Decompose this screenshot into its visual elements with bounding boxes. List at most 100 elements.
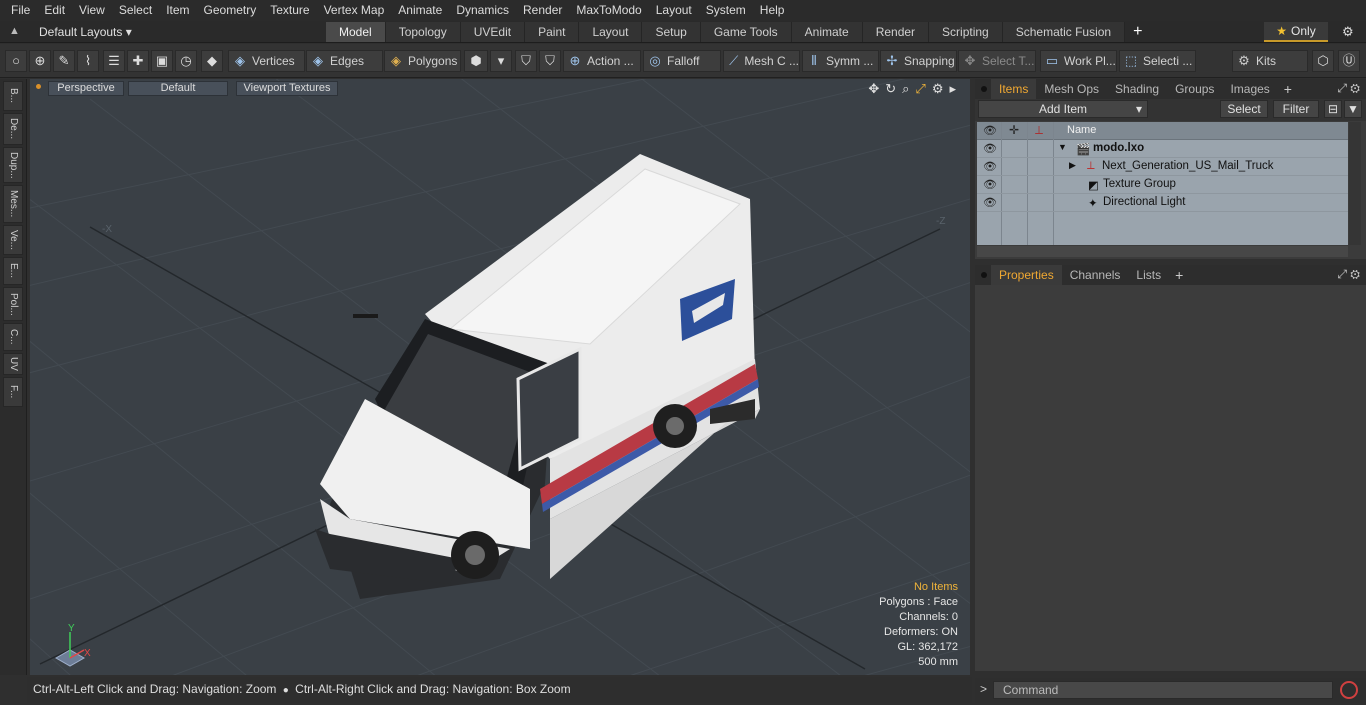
item-row-mesh[interactable]: 👁 ▶ ⟂ Next_Generation_US_Mail_Truck	[977, 158, 1348, 176]
visibility-eye-icon[interactable]: 👁	[983, 196, 997, 209]
panel-menu-dot[interactable]	[981, 86, 987, 92]
tab-properties[interactable]: Properties	[991, 265, 1062, 285]
3d-viewport[interactable]: Perspective Default Viewport Textures ✥ …	[30, 79, 970, 675]
tab-lists[interactable]: Lists	[1128, 265, 1169, 285]
kits-button[interactable]: ⚙ Kits	[1232, 50, 1308, 72]
globe-button[interactable]: ⊕	[29, 50, 51, 72]
pan-icon[interactable]: ✥	[868, 81, 879, 97]
gear-icon[interactable]: ⚙	[1342, 24, 1354, 40]
collapse-icon[interactable]: ⊟	[1324, 100, 1342, 118]
tab-scripting[interactable]: Scripting	[929, 22, 1003, 42]
select-through-button[interactable]: ✥ Select T...	[958, 50, 1036, 72]
tab-render[interactable]: Render	[862, 22, 930, 42]
menu-layout[interactable]: Layout	[649, 0, 699, 21]
falloff-button[interactable]: ◎ Falloff	[643, 50, 721, 72]
add-item-button[interactable]: Add Item ▾	[978, 100, 1148, 118]
maximize-icon[interactable]: ⤢	[915, 81, 925, 97]
view-mode-button[interactable]: Perspective	[48, 81, 124, 96]
visibility-eye-icon[interactable]: 👁	[983, 160, 997, 173]
menu-geometry[interactable]: Geometry	[197, 0, 264, 21]
menu-file[interactable]: File	[4, 0, 37, 21]
menu-select[interactable]: Select	[112, 0, 159, 21]
polygons-button[interactable]: ◈ Polygons	[384, 50, 461, 72]
menu-render[interactable]: Render	[516, 0, 569, 21]
tab-shading[interactable]: Shading	[1107, 79, 1167, 99]
expand-right-icon[interactable]: ▶	[1069, 160, 1076, 171]
command-input[interactable]: Command	[993, 681, 1333, 699]
item-row-texture-group[interactable]: 👁 ◩ Texture Group	[977, 176, 1348, 194]
snapping-button[interactable]: ✢ Snapping	[880, 50, 957, 72]
viewport-gear-icon[interactable]: ⚙	[932, 81, 944, 97]
selection-sets-button[interactable]: ⬚ Selecti ...	[1119, 50, 1196, 72]
viewport-textures-button[interactable]: Viewport Textures	[236, 81, 338, 96]
vtab-edge[interactable]: E...	[3, 257, 23, 285]
panel-menu-dot[interactable]	[981, 272, 987, 278]
menu-view[interactable]: View	[72, 0, 112, 21]
menu-vertex-map[interactable]: Vertex Map	[317, 0, 392, 21]
tab-model[interactable]: Model	[326, 22, 386, 42]
items-mode-button[interactable]: ◆	[201, 50, 223, 72]
panel-expand-icon[interactable]: ⤢ ⚙	[1337, 81, 1360, 96]
pen-button[interactable]: ✎	[53, 50, 75, 72]
select-button[interactable]: Select	[1220, 100, 1268, 118]
item-row-light[interactable]: 👁 ✦ Directional Light	[977, 194, 1348, 212]
vtab-mesh-edit[interactable]: Mes...	[3, 185, 23, 223]
add-panel-tab-icon[interactable]: +	[1278, 81, 1298, 97]
vtab-basic[interactable]: B...	[3, 81, 23, 111]
vtab-polygon[interactable]: Pol...	[3, 287, 23, 321]
vtab-uv[interactable]: UV	[3, 353, 23, 375]
add-tab-icon[interactable]: +	[1125, 22, 1150, 42]
viewport-menu-dot[interactable]	[36, 84, 41, 89]
tab-layout[interactable]: Layout	[579, 22, 643, 42]
tab-groups[interactable]: Groups	[1167, 79, 1222, 99]
center-button[interactable]: ✚	[127, 50, 149, 72]
vtab-curve[interactable]: C...	[3, 323, 23, 351]
vtab-deform[interactable]: De...	[3, 113, 23, 145]
item-list-vertical-scrollbar[interactable]	[1349, 122, 1361, 245]
vertices-button[interactable]: ◈ Vertices	[228, 50, 305, 72]
menu-item[interactable]: Item	[159, 0, 196, 21]
panel-expand-icon[interactable]: ⤢ ⚙	[1337, 267, 1360, 282]
align-button[interactable]: ☰	[103, 50, 125, 72]
name-column-header[interactable]: Name	[1067, 124, 1096, 136]
menu-maxtomodo[interactable]: MaxToModo	[569, 0, 648, 21]
item-row-scene[interactable]: 👁 ▼ 🎬 modo.lxo	[977, 140, 1348, 158]
tab-items[interactable]: Items	[991, 79, 1037, 99]
unreal-button[interactable]: Ⓤ	[1338, 50, 1360, 72]
menu-texture[interactable]: Texture	[263, 0, 316, 21]
item-list-horizontal-scrollbar[interactable]	[977, 246, 1348, 257]
shading-button[interactable]: Default	[128, 81, 228, 96]
only-toggle[interactable]: ★ Only	[1264, 22, 1328, 42]
tab-schematic-fusion[interactable]: Schematic Fusion	[1002, 22, 1126, 42]
select-mode-button[interactable]: ○	[5, 50, 27, 72]
symmetry-b-button[interactable]: ⛉	[539, 50, 561, 72]
symmetry-button[interactable]: ⫴ Symm ...	[802, 50, 879, 72]
vtab-fusion[interactable]: F...	[3, 377, 23, 407]
menu-system[interactable]: System	[699, 0, 753, 21]
filter-button[interactable]: Filter	[1273, 100, 1319, 118]
tab-animate[interactable]: Animate	[791, 22, 863, 42]
frame-button[interactable]: ▣	[151, 50, 173, 72]
rotate-icon[interactable]: ↻	[885, 81, 896, 97]
expand-down-icon[interactable]: ▼	[1058, 142, 1067, 152]
menu-edit[interactable]: Edit	[37, 0, 72, 21]
layout-preset-dropdown[interactable]: Default Layouts ▾	[39, 25, 132, 39]
vtab-duplicate[interactable]: Dup...	[3, 147, 23, 183]
clock-button[interactable]: ◷	[175, 50, 197, 72]
tab-images[interactable]: Images	[1222, 79, 1277, 99]
viewport-expand-icon[interactable]: ▸	[949, 81, 956, 97]
action-center-button[interactable]: ⊕ Action ...	[563, 50, 641, 72]
material-dropdown[interactable]: ▾	[490, 50, 512, 72]
mesh-constraint-button[interactable]: ⟋ Mesh C ...	[723, 50, 800, 72]
menu-dynamics[interactable]: Dynamics	[449, 0, 516, 21]
record-icon[interactable]	[1340, 681, 1358, 699]
unity-button[interactable]: ⬡	[1312, 50, 1334, 72]
visibility-eye-icon[interactable]: 👁	[983, 178, 997, 191]
funnel-icon[interactable]: ▼	[1344, 100, 1362, 118]
brush-button[interactable]: ⌇	[77, 50, 99, 72]
tab-topology[interactable]: Topology	[385, 22, 461, 42]
zoom-icon[interactable]: ⌕	[902, 81, 909, 97]
tab-uvedit[interactable]: UVEdit	[460, 22, 526, 42]
work-plane-button[interactable]: ▭ Work Pl...	[1040, 50, 1117, 72]
edges-button[interactable]: ◈ Edges	[306, 50, 383, 72]
